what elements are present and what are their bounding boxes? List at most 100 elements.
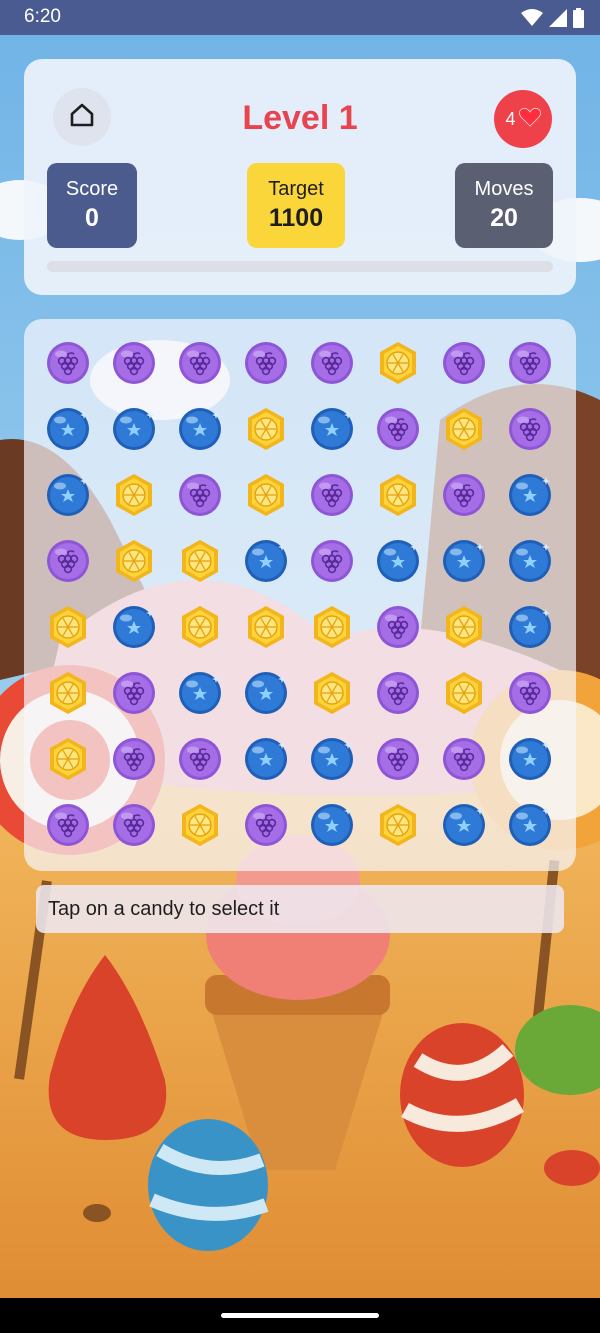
lemon-candy[interactable] (431, 396, 497, 462)
lemon-candy[interactable] (35, 660, 101, 726)
lemon-candy[interactable] (365, 462, 431, 528)
lemon-candy[interactable] (233, 462, 299, 528)
target-value: 1100 (268, 204, 324, 232)
lemon-candy-icon (380, 474, 416, 516)
blueberry-candy[interactable] (299, 396, 365, 462)
grape-candy[interactable] (35, 330, 101, 396)
grape-candy[interactable] (431, 726, 497, 792)
grape-candy[interactable] (299, 462, 365, 528)
blueberry-candy-icon (179, 672, 221, 714)
grape-candy[interactable] (431, 330, 497, 396)
grape-candy[interactable] (299, 528, 365, 594)
blueberry-candy[interactable] (299, 726, 365, 792)
score-progress-bar (47, 261, 553, 272)
blueberry-candy-icon (509, 540, 551, 582)
grape-candy-icon (179, 342, 221, 384)
grape-candy[interactable] (431, 462, 497, 528)
grape-candy[interactable] (101, 792, 167, 858)
lemon-candy[interactable] (101, 462, 167, 528)
grape-candy[interactable] (497, 330, 563, 396)
blueberry-candy[interactable] (431, 792, 497, 858)
blueberry-candy[interactable] (233, 660, 299, 726)
lemon-candy-icon (248, 474, 284, 516)
grape-candy[interactable] (497, 660, 563, 726)
grape-candy-icon (443, 474, 485, 516)
lemon-candy-icon (50, 738, 86, 780)
grape-candy[interactable] (233, 330, 299, 396)
lemon-candy[interactable] (365, 330, 431, 396)
lemon-candy-icon (380, 804, 416, 846)
grape-candy[interactable] (167, 726, 233, 792)
grape-candy[interactable] (101, 660, 167, 726)
target-box: Target 1100 (247, 163, 345, 248)
lemon-candy[interactable] (299, 594, 365, 660)
blueberry-candy-icon (443, 540, 485, 582)
grape-candy[interactable] (497, 396, 563, 462)
blueberry-candy-icon (509, 804, 551, 846)
grape-candy-icon (179, 738, 221, 780)
grape-candy[interactable] (365, 660, 431, 726)
lemon-candy[interactable] (233, 396, 299, 462)
grape-candy-icon (47, 540, 89, 582)
grape-candy[interactable] (233, 792, 299, 858)
blueberry-candy[interactable] (233, 528, 299, 594)
lemon-candy[interactable] (167, 792, 233, 858)
lemon-candy-icon (446, 606, 482, 648)
lemon-candy[interactable] (35, 726, 101, 792)
lemon-candy-icon (50, 672, 86, 714)
blueberry-candy[interactable] (35, 396, 101, 462)
grape-candy[interactable] (101, 726, 167, 792)
blueberry-candy-icon (245, 540, 287, 582)
blueberry-candy-icon (311, 804, 353, 846)
lemon-candy-icon (248, 408, 284, 450)
grape-candy[interactable] (35, 528, 101, 594)
lemon-candy-icon (50, 606, 86, 648)
blueberry-candy[interactable] (497, 594, 563, 660)
grape-candy-icon (509, 672, 551, 714)
lemon-candy[interactable] (167, 528, 233, 594)
blueberry-candy[interactable] (365, 528, 431, 594)
grape-candy[interactable] (167, 330, 233, 396)
lemon-candy[interactable] (365, 792, 431, 858)
blueberry-candy[interactable] (299, 792, 365, 858)
hint-message: Tap on a candy to select it (36, 885, 564, 933)
blueberry-candy-icon (509, 606, 551, 648)
home-gesture-handle[interactable] (221, 1313, 379, 1318)
lemon-candy[interactable] (431, 660, 497, 726)
blueberry-candy-icon (245, 672, 287, 714)
target-label: Target (268, 178, 324, 200)
grape-candy[interactable] (365, 594, 431, 660)
grape-candy[interactable] (365, 396, 431, 462)
lemon-candy[interactable] (101, 528, 167, 594)
blueberry-candy-icon (311, 408, 353, 450)
grape-candy[interactable] (101, 330, 167, 396)
lemon-candy[interactable] (167, 594, 233, 660)
level-header-card: Level 1 4 Score 0 Target 1100 Moves 20 (24, 59, 576, 295)
blueberry-candy[interactable] (35, 462, 101, 528)
grape-candy-icon (377, 738, 419, 780)
blueberry-candy[interactable] (497, 462, 563, 528)
grape-candy[interactable] (299, 330, 365, 396)
blueberry-candy-icon (47, 408, 89, 450)
grape-candy-icon (377, 606, 419, 648)
grape-candy[interactable] (35, 792, 101, 858)
blueberry-candy[interactable] (167, 660, 233, 726)
lemon-candy-icon (380, 342, 416, 384)
lemon-candy[interactable] (233, 594, 299, 660)
lemon-candy[interactable] (431, 594, 497, 660)
grape-candy-icon (509, 342, 551, 384)
grape-candy[interactable] (365, 726, 431, 792)
blueberry-candy[interactable] (431, 528, 497, 594)
blueberry-candy[interactable] (167, 396, 233, 462)
blueberry-candy[interactable] (101, 594, 167, 660)
blueberry-candy[interactable] (497, 528, 563, 594)
lemon-candy[interactable] (299, 660, 365, 726)
status-icons (521, 8, 584, 33)
blueberry-candy-icon (47, 474, 89, 516)
blueberry-candy[interactable] (497, 726, 563, 792)
grape-candy[interactable] (167, 462, 233, 528)
blueberry-candy[interactable] (233, 726, 299, 792)
blueberry-candy[interactable] (497, 792, 563, 858)
lemon-candy[interactable] (35, 594, 101, 660)
blueberry-candy[interactable] (101, 396, 167, 462)
